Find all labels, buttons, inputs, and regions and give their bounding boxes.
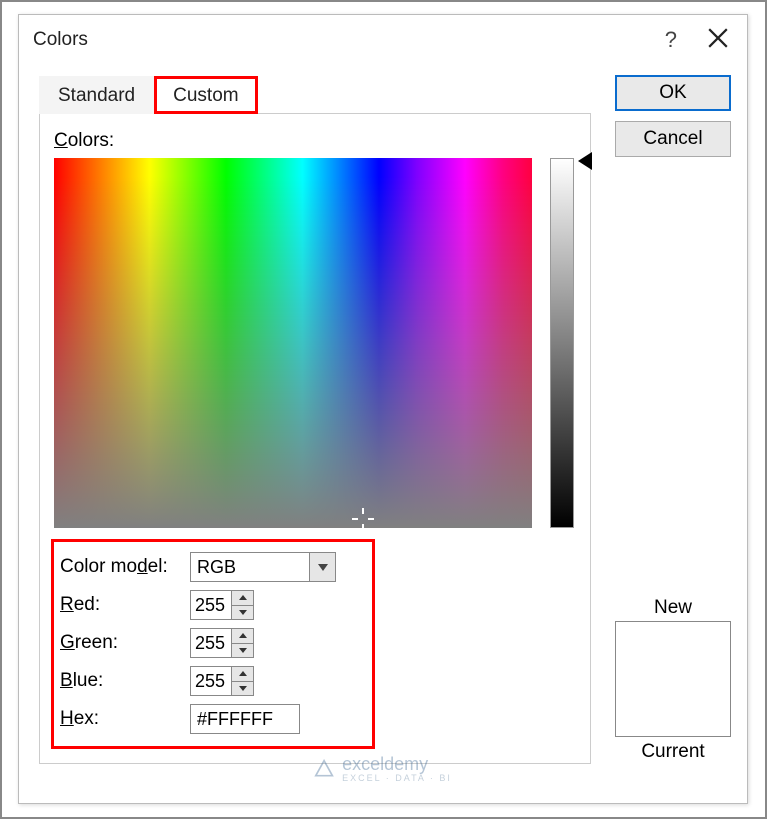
red-down[interactable] bbox=[232, 606, 253, 620]
titlebar: Colors ? bbox=[19, 15, 747, 65]
color-model-select[interactable]: RGB bbox=[190, 552, 336, 582]
blue-down[interactable] bbox=[232, 682, 253, 696]
blue-up[interactable] bbox=[232, 667, 253, 682]
red-label: Red: bbox=[60, 594, 190, 616]
color-model-label: Color model: bbox=[60, 556, 190, 578]
hex-label: Hex: bbox=[60, 708, 190, 730]
triangle-down-icon bbox=[239, 610, 247, 615]
colors-dialog: Colors ? Standard Custom Colors: bbox=[18, 14, 748, 804]
help-button[interactable]: ? bbox=[665, 27, 677, 53]
red-up[interactable] bbox=[232, 591, 253, 606]
cancel-button[interactable]: Cancel bbox=[615, 121, 731, 157]
close-button[interactable] bbox=[707, 27, 729, 49]
blue-input[interactable] bbox=[191, 667, 231, 695]
color-preview bbox=[615, 621, 731, 737]
triangle-up-icon bbox=[239, 595, 247, 600]
green-down[interactable] bbox=[232, 644, 253, 658]
watermark: exceldemy EXCEL · DATA · BI bbox=[314, 754, 452, 783]
current-color-swatch bbox=[616, 679, 730, 736]
triangle-down-icon bbox=[239, 648, 247, 653]
watermark-brand: exceldemy bbox=[342, 754, 428, 774]
color-spectrum[interactable] bbox=[54, 158, 532, 528]
triangle-up-icon bbox=[239, 633, 247, 638]
watermark-tagline: EXCEL · DATA · BI bbox=[342, 773, 452, 783]
luminance-slider[interactable] bbox=[550, 158, 574, 528]
blue-label: Blue: bbox=[60, 670, 190, 692]
ok-button[interactable]: OK bbox=[615, 75, 731, 111]
hex-input[interactable] bbox=[190, 704, 300, 734]
new-color-swatch bbox=[616, 622, 730, 679]
luminance-arrow-icon[interactable] bbox=[578, 152, 592, 170]
dropdown-button[interactable] bbox=[309, 553, 335, 581]
new-label: New bbox=[654, 597, 692, 619]
green-label: Green: bbox=[60, 632, 190, 654]
red-input[interactable] bbox=[191, 591, 231, 619]
tab-bar: Standard Custom bbox=[39, 75, 591, 114]
triangle-up-icon bbox=[239, 671, 247, 676]
crosshair-icon bbox=[356, 512, 370, 526]
logo-icon bbox=[314, 759, 334, 779]
current-label: Current bbox=[641, 741, 704, 763]
green-input[interactable] bbox=[191, 629, 231, 657]
blue-spinner[interactable] bbox=[190, 666, 254, 696]
tab-standard[interactable]: Standard bbox=[39, 76, 154, 114]
dialog-title: Colors bbox=[33, 29, 88, 51]
triangle-down-icon bbox=[239, 686, 247, 691]
color-values-group: Color model: RGB Red: bbox=[54, 542, 372, 746]
colors-label: Colors: bbox=[54, 130, 576, 152]
green-up[interactable] bbox=[232, 629, 253, 644]
color-model-value: RGB bbox=[191, 557, 309, 578]
custom-panel: Colors: Color model: bbox=[39, 114, 591, 764]
tab-custom[interactable]: Custom bbox=[154, 76, 257, 114]
green-spinner[interactable] bbox=[190, 628, 254, 658]
red-spinner[interactable] bbox=[190, 590, 254, 620]
close-icon bbox=[707, 27, 729, 49]
chevron-down-icon bbox=[318, 564, 328, 571]
